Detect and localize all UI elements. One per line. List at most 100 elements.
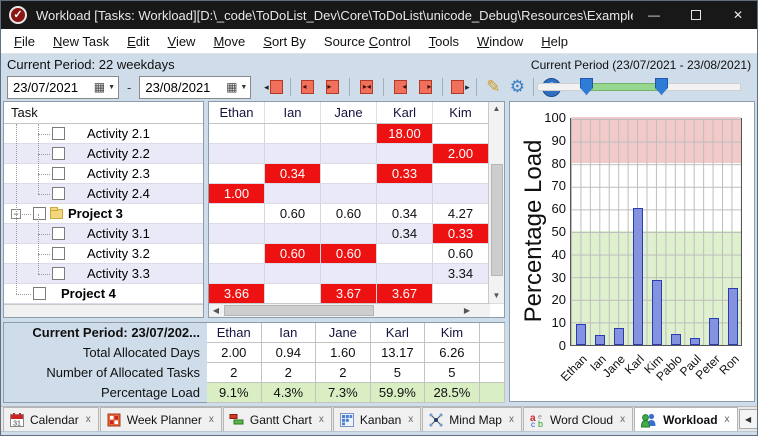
date-to-picker[interactable]: 23/08/2021 ▦▼ [139,76,251,99]
tab-close-icon[interactable]: x [724,414,731,425]
scroll-down-icon[interactable]: ▼ [489,289,504,303]
menu-view[interactable]: View [159,31,205,52]
tree-horizontal-scrollbar[interactable] [4,304,203,317]
period-move-start-right[interactable]: ▸ [320,76,345,98]
task-row[interactable]: Activity 3.1 [4,224,203,244]
allocation-cell[interactable] [433,284,489,303]
menu-file[interactable]: File [5,31,44,52]
grid-column-header[interactable]: Kim [433,102,489,123]
allocation-cell[interactable] [377,184,433,203]
allocation-cell[interactable] [265,124,321,143]
overallocated-cell[interactable]: 3.67 [377,284,433,303]
overallocated-cell[interactable]: 0.60 [265,244,321,263]
tab-word-cloud[interactable]: aecb Word Cloud x [523,407,633,431]
allocation-cell[interactable]: 0.34 [377,224,433,243]
menu-edit[interactable]: Edit [118,31,158,52]
menu-window[interactable]: Window [468,31,532,52]
allocation-cell[interactable]: 0.60 [321,204,377,223]
allocation-cell[interactable] [321,264,377,283]
settings-gear-icon[interactable]: ⚙ [505,77,529,97]
horizontal-scroll-thumb[interactable] [224,305,374,316]
grid-column-header[interactable]: Ethan [209,102,265,123]
allocation-cell[interactable] [377,264,433,283]
overallocated-cell[interactable]: 3.67 [321,284,377,303]
allocation-cell[interactable] [209,164,265,183]
overallocated-cell[interactable]: 2.00 [433,144,489,163]
period-jump-end[interactable]: ▸ [447,76,472,98]
period-move-end-left[interactable]: ◂ [388,76,413,98]
overallocated-cell[interactable]: 0.34 [265,164,321,183]
task-checkbox[interactable] [33,287,46,300]
allocation-cell[interactable] [321,224,377,243]
allocation-cell[interactable] [321,184,377,203]
tab-close-icon[interactable]: x [508,414,515,425]
allocation-cell[interactable] [265,264,321,283]
tab-close-icon[interactable]: x [407,414,414,425]
tab-calendar[interactable]: 31 Calendar x [3,407,99,431]
task-column-header[interactable]: Task [4,102,203,124]
tab-mind-map[interactable]: Mind Map x [422,407,522,431]
period-move-start-left[interactable]: ◂ [295,76,320,98]
allocation-cell[interactable] [377,244,433,263]
slider-handle-start[interactable] [580,78,593,95]
task-row[interactable]: −Project 3 [4,204,203,224]
grid-column-header[interactable]: Ian [265,102,321,123]
overallocated-cell[interactable]: 1.00 [209,184,265,203]
period-jump-start[interactable]: ◂ [261,76,286,98]
scroll-left-icon[interactable]: ◀ [209,304,223,317]
task-checkbox[interactable] [52,227,65,240]
period-range-slider[interactable] [537,78,741,96]
allocation-cell[interactable] [321,164,377,183]
allocation-cell[interactable]: 3.34 [433,264,489,283]
allocation-cell[interactable] [209,204,265,223]
allocation-cell[interactable] [265,224,321,243]
menu-sort-by[interactable]: Sort By [254,31,315,52]
grid-column-header[interactable]: Karl [377,102,433,123]
allocation-cell[interactable]: 0.60 [265,204,321,223]
menu-help[interactable]: Help [532,31,577,52]
overallocated-cell[interactable]: 18.00 [377,124,433,143]
task-checkbox[interactable] [52,147,65,160]
period-move-end-right[interactable]: ▸ [413,76,438,98]
allocation-cell[interactable] [209,244,265,263]
grid-vertical-scrollbar[interactable]: ▲ ▼ [488,102,504,303]
allocation-cell[interactable] [433,164,489,183]
tab-close-icon[interactable]: x [208,414,215,425]
task-row[interactable]: Activity 2.3 [4,164,203,184]
grid-column-header[interactable]: Jane [321,102,377,123]
allocation-cell[interactable]: 0.34 [377,204,433,223]
task-checkbox[interactable] [33,207,46,220]
menu-tools[interactable]: Tools [420,31,468,52]
allocation-cell[interactable] [433,124,489,143]
period-shrink-both[interactable]: ▸◂ [354,76,379,98]
allocation-cell[interactable] [209,264,265,283]
menu-move[interactable]: Move [204,31,254,52]
allocation-cell[interactable] [321,124,377,143]
allocation-cell[interactable] [377,144,433,163]
tab-scroll-left-icon[interactable]: ◀ [740,410,757,428]
edit-pencil-icon[interactable]: ✎ [481,77,505,97]
overallocated-cell[interactable]: 3.66 [209,284,265,303]
menu-source-control[interactable]: Source Control [315,31,420,52]
allocation-cell[interactable]: 0.60 [433,244,489,263]
tab-close-icon[interactable]: x [619,414,626,425]
allocation-cell[interactable] [265,184,321,203]
task-checkbox[interactable] [52,127,65,140]
maximize-button[interactable] [675,1,717,29]
scroll-right-icon[interactable]: ▶ [460,304,474,317]
tab-gantt-chart[interactable]: Gantt Chart x [223,407,332,431]
menu-new-task[interactable]: New Task [44,31,118,52]
calendar-dropdown-icon[interactable]: ▦▼ [94,80,118,94]
allocation-cell[interactable] [265,144,321,163]
allocation-cell[interactable] [321,144,377,163]
allocation-cell[interactable] [265,284,321,303]
date-from-picker[interactable]: 23/07/2021 ▦▼ [7,76,119,99]
calendar-dropdown-icon[interactable]: ▦▼ [226,80,250,94]
tab-close-icon[interactable]: x [318,414,325,425]
allocation-cell[interactable]: 4.27 [433,204,489,223]
tab-close-icon[interactable]: x [85,414,92,425]
scroll-up-icon[interactable]: ▲ [489,102,504,116]
allocation-cell[interactable] [209,124,265,143]
task-row[interactable]: Project 4 [4,284,203,304]
task-row[interactable]: Activity 3.3 [4,264,203,284]
